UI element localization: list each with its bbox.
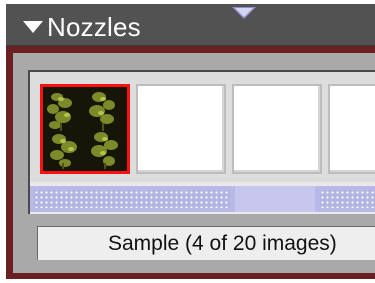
scroll-thumb[interactable]: [235, 186, 315, 212]
nozzle-cell[interactable]: [232, 84, 322, 174]
sample-caption: Sample (4 of 20 images): [37, 226, 375, 260]
nozzle-cell[interactable]: [328, 84, 375, 174]
nozzles-palette-window: Nozzles Sample (4 of 20 images): [0, 0, 375, 283]
scroll-track-left[interactable]: [34, 190, 230, 208]
scroll-arrow-highlight: [235, 8, 253, 17]
triangle-down-icon[interactable]: [23, 21, 43, 33]
nozzle-scrollbar[interactable]: [30, 186, 375, 212]
scroll-track-right[interactable]: [320, 190, 375, 208]
foliage-nozzle-thumbnail: [43, 87, 127, 171]
sample-caption-text: Sample (4 of 20 images): [108, 232, 337, 255]
nozzle-cell-selected[interactable]: [40, 84, 130, 174]
nozzle-cell[interactable]: [136, 84, 226, 174]
palette-header[interactable]: Nozzles: [6, 4, 375, 46]
palette-title: Nozzles: [47, 12, 141, 42]
